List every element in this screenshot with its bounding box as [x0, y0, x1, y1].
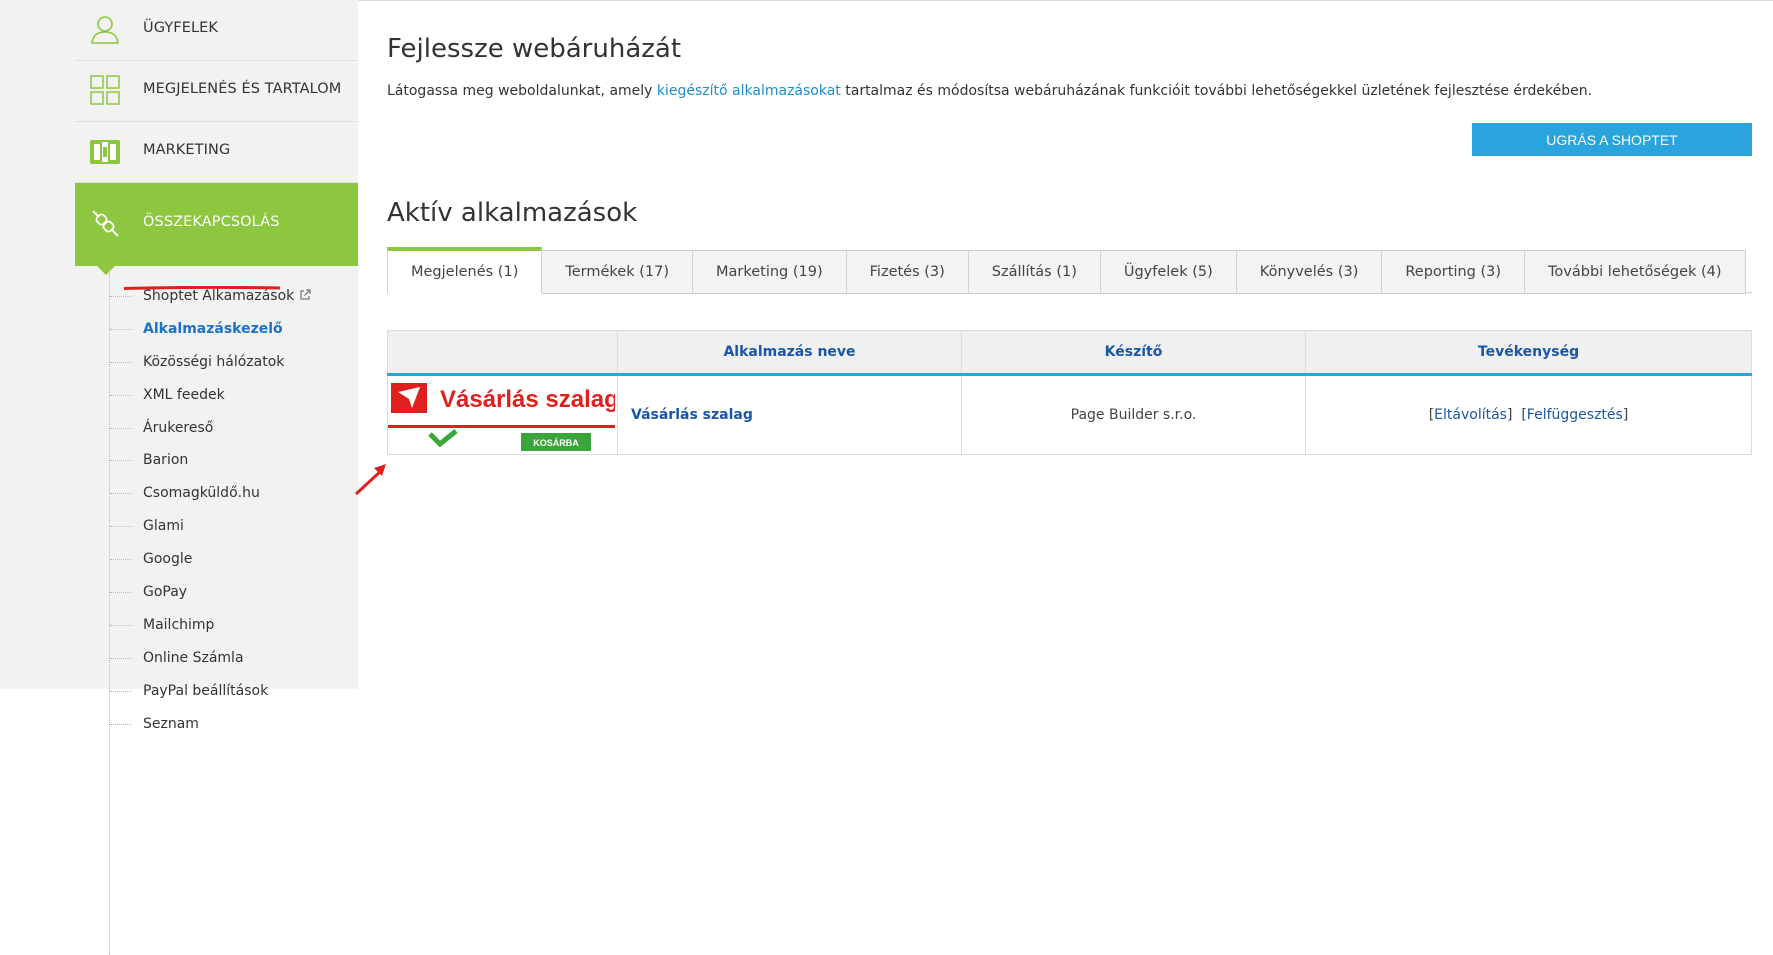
- marketing-icon: [90, 140, 120, 164]
- layout-grid-icon: [90, 75, 120, 105]
- sidebar-item-label: XML feedek: [143, 386, 225, 403]
- tab-tovabbi-lehetosegek[interactable]: További lehetőségek (4): [1525, 250, 1746, 294]
- sidebar-section-label: ÖSSZEKAPCSOLÁS: [143, 214, 280, 230]
- col-header-actions: Tevékenység: [1305, 330, 1752, 376]
- sidebar-item-seznam[interactable]: Seznam: [75, 708, 358, 741]
- tab-konyveles[interactable]: Könyvelés (3): [1236, 250, 1383, 294]
- page-title: Fejlessze webáruházát: [387, 34, 682, 64]
- tab-marketing[interactable]: Marketing (19): [693, 250, 847, 294]
- sidebar-item-alkalmazaskezelo[interactable]: Alkalmazáskezelő: [75, 313, 358, 346]
- tab-termekek[interactable]: Termékek (17): [542, 250, 693, 294]
- sidebar-item-label: Csomagküldő.hu: [143, 485, 260, 502]
- category-tabs: Megjelenés (1) Termékek (17) Marketing (…: [387, 247, 1752, 294]
- sidebar-item-online-szamla[interactable]: Online Számla: [75, 642, 358, 675]
- sidebar-section-ugyfelek[interactable]: ÜGYFELEK: [75, 0, 358, 61]
- left-gutter: [0, 0, 76, 689]
- go-to-shoptet-apps-button[interactable]: UGRÁS A SHOPTET ALKALMAZÁSOKHOZ: [1472, 123, 1752, 181]
- plug-icon: [92, 210, 119, 237]
- sidebar-section-label: ÜGYFELEK: [143, 20, 219, 36]
- apps-link[interactable]: kiegészítő alkalmazásokat: [657, 83, 841, 99]
- app-actions-cell: [Eltávolítás] [Felfüggesztés]: [1305, 374, 1752, 455]
- sidebar-item-label: Online Számla: [143, 649, 244, 666]
- tab-megjelenes[interactable]: Megjelenés (1): [387, 247, 543, 294]
- external-link-icon: [300, 289, 311, 300]
- sidebar-item-csomagkuldo[interactable]: Csomagküldő.hu: [75, 477, 358, 510]
- app-name-link[interactable]: Vásárlás szalag: [631, 407, 753, 423]
- col-header-app-name: Alkalmazás neve: [617, 330, 962, 376]
- sidebar-item-label: Mailchimp: [143, 616, 215, 633]
- intro-text: Látogassa meg weboldalunkat, amely kiegé…: [387, 83, 1592, 99]
- sidebar-item-label: PayPal beállítások: [143, 682, 269, 699]
- app-name-cell: Vásárlás szalag: [617, 374, 962, 455]
- remove-app-link[interactable]: Eltávolítás: [1434, 407, 1507, 423]
- annotation-arrow: [354, 464, 386, 496]
- sidebar-item-label: Seznam: [143, 715, 199, 732]
- tab-fizetes[interactable]: Fizetés (3): [846, 250, 969, 294]
- sidebar-item-xml-feedek[interactable]: XML feedek: [75, 379, 358, 412]
- sidebar-item-glami[interactable]: Glami: [75, 510, 358, 543]
- app-author-cell: Page Builder s.r.o.: [961, 374, 1306, 455]
- sidebar-item-label: Árukereső: [143, 419, 214, 436]
- thumb-title: Vásárlás szalag: [440, 386, 615, 413]
- sidebar-item-label: Google: [143, 551, 193, 568]
- sidebar-item-label: Glami: [143, 518, 184, 535]
- sidebar-section-megjelenes[interactable]: MEGJELENÉS ÉS TARTALOM: [75, 61, 358, 122]
- sidebar-item-kozossegi-halozatok[interactable]: Közösségi hálózatok: [75, 346, 358, 379]
- sidebar-item-mailchimp[interactable]: Mailchimp: [75, 609, 358, 642]
- sidebar-item-arukereso[interactable]: Árukereső: [75, 412, 358, 445]
- sidebar-item-label: Közösségi hálózatok: [143, 353, 285, 370]
- sidebar-item-barion[interactable]: Barion: [75, 444, 358, 477]
- sidebar: ÜGYFELEK MEGJELENÉS ÉS TARTALOM MARKETIN…: [75, 0, 358, 955]
- tab-szallitas[interactable]: Szállítás (1): [968, 250, 1101, 294]
- intro-text-after: tartalmaz és módosítsa webáruházának fun…: [840, 83, 1593, 99]
- tab-reporting[interactable]: Reporting (3): [1382, 250, 1526, 294]
- sidebar-section-osszekapcsolas[interactable]: ÖSSZEKAPCSOLÁS: [75, 183, 358, 275]
- sidebar-item-label: Alkalmazáskezelő: [143, 320, 283, 337]
- thumb-cart-button-label: KOSÁRBA: [533, 438, 579, 448]
- app-thumbnail-image: Vásárlás szalag KOSÁRBA: [388, 377, 615, 453]
- sidebar-item-google[interactable]: Google: [75, 543, 358, 576]
- sidebar-section-label: MEGJELENÉS ÉS TARTALOM: [143, 81, 342, 97]
- app-thumbnail: Vásárlás szalag KOSÁRBA: [387, 374, 618, 455]
- sidebar-item-paypal[interactable]: PayPal beállítások: [75, 675, 358, 708]
- active-apps-title: Aktív alkalmazások: [387, 198, 638, 228]
- sidebar-item-label: Shoptet Alkamazások: [143, 288, 295, 304]
- col-header-author: Készítő: [961, 330, 1306, 376]
- suspend-app-link[interactable]: Felfüggesztés: [1527, 407, 1623, 423]
- col-header-thumbnail: [387, 330, 618, 376]
- sidebar-item-shoptet-alkalmazasok[interactable]: Shoptet Alkamazások: [75, 280, 358, 313]
- tab-ugyfelek[interactable]: Ügyfelek (5): [1100, 250, 1237, 294]
- sidebar-item-label: GoPay: [143, 584, 188, 601]
- sidebar-section-label: MARKETING: [143, 142, 231, 158]
- table-row: Vásárlás szalag KOSÁRBA Vásárlás szalag …: [387, 374, 1752, 455]
- table-header-row: Alkalmazás neve Készítő Tevékenység: [387, 330, 1752, 376]
- intro-text-before: Látogassa meg weboldalunkat, amely: [387, 83, 657, 99]
- sidebar-subnav: Shoptet Alkamazások Alkalmazáskezelő Köz…: [75, 266, 358, 955]
- sidebar-item-label: Barion: [143, 452, 189, 469]
- sidebar-item-gopay[interactable]: GoPay: [75, 576, 358, 609]
- user-icon: [91, 16, 119, 44]
- active-apps-table: Alkalmazás neve Készítő Tevékenység Vásá…: [387, 330, 1752, 455]
- sidebar-section-marketing[interactable]: MARKETING: [75, 122, 358, 183]
- annotation-underline: [124, 286, 280, 290]
